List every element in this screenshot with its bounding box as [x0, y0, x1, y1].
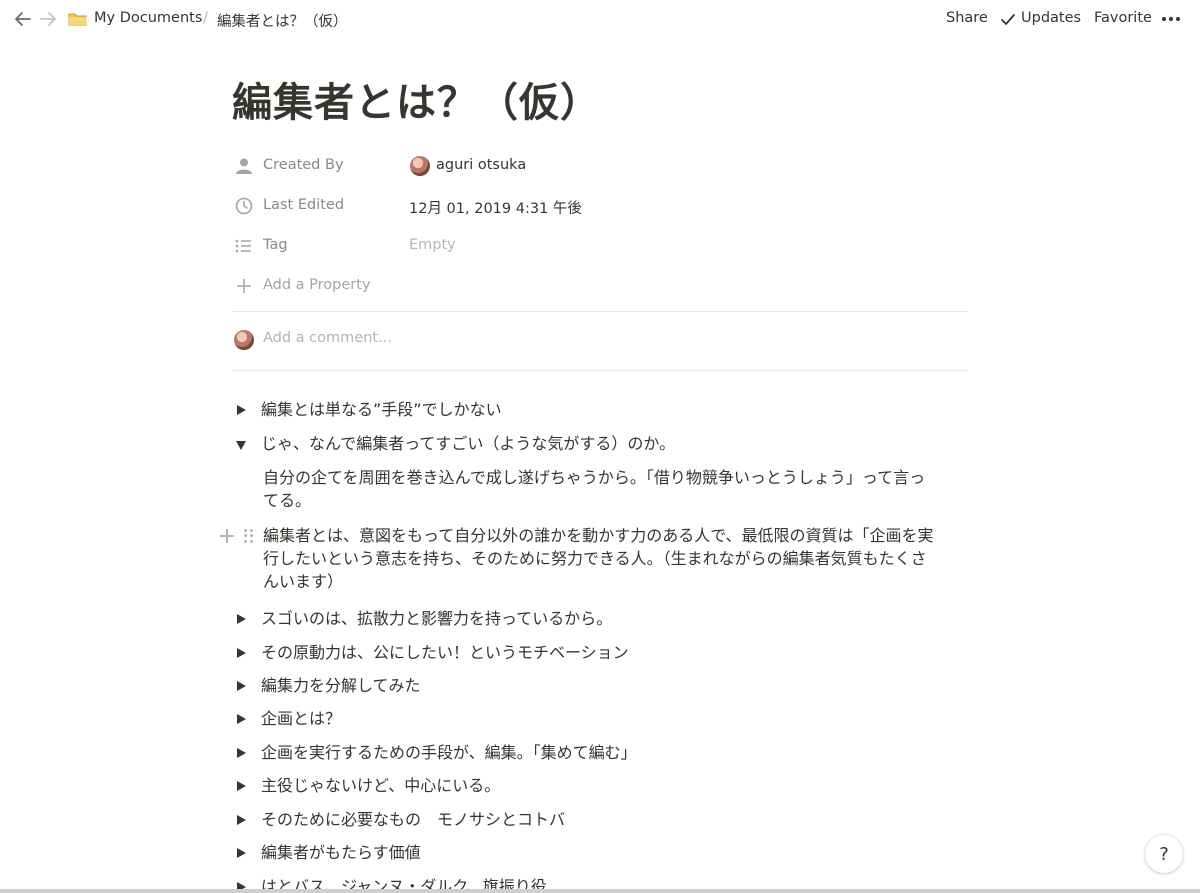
more-options-icon[interactable]	[1162, 10, 1180, 28]
property-name: Last Edited	[263, 197, 345, 213]
property-name: Tag	[263, 237, 288, 253]
toggle-text: 企画を実行するための手段が、編集。「集めて編む」	[261, 743, 637, 762]
paragraph-block[interactable]: 自分の企てを周囲を巻き込んで成し遂げちゃうから。「借り物競争いっとうしょう」って…	[263, 466, 969, 512]
paragraph-line: 行したいという意志を持ち、そのために努力できる人。（生まれながらの編集者気質もた…	[263, 549, 927, 568]
toggle-text: スゴいのは、拡散力と影響力を持っているから。	[261, 609, 613, 628]
toggle-text: その原動力は、公にしたい！というモチベーション	[261, 643, 629, 662]
favorite-button[interactable]: Favorite	[1094, 10, 1152, 26]
breadcrumb-page[interactable]: 編集者とは？（仮）	[217, 10, 348, 31]
share-button[interactable]: Share	[946, 10, 988, 26]
toggle-arrow-open-icon[interactable]	[236, 441, 246, 450]
folder-icon	[67, 8, 89, 30]
window-bottom-edge	[0, 889, 1200, 893]
toggle-arrow-icon[interactable]	[237, 815, 246, 825]
divider	[232, 370, 968, 371]
toggle-text: じゃ、なんで編集者ってすごい（ような気がする）のか。	[261, 434, 676, 453]
paragraph-block[interactable]: 編集者とは、意図をもって自分以外の誰かを動かす力のある人で、最低限の資質は「企画…	[263, 524, 969, 593]
check-icon	[997, 9, 1019, 31]
toggle-arrow-icon[interactable]	[237, 848, 246, 858]
property-value-empty[interactable]: Empty	[409, 237, 456, 253]
avatar	[410, 156, 430, 176]
paragraph-line: 自分の企てを周囲を巻き込んで成し遂げちゃうから。「借り物競争いっとうしょう」って…	[263, 468, 926, 487]
drag-handle-icon[interactable]	[244, 529, 254, 543]
toggle-arrow-icon[interactable]	[237, 614, 246, 624]
clock-icon	[234, 197, 254, 215]
toggle-arrow-icon[interactable]	[237, 648, 246, 658]
plus-icon	[234, 277, 254, 295]
toggle-arrow-icon[interactable]	[237, 714, 246, 724]
paragraph-line: んいます）	[263, 572, 344, 591]
toggle-arrow-icon[interactable]	[237, 748, 246, 758]
add-property-label: Add a Property	[263, 277, 371, 293]
breadcrumb-workspace[interactable]: My Documents	[94, 10, 202, 26]
property-name: Created By	[263, 157, 344, 173]
toggle-text: 主役じゃないけど、中心にいる。	[261, 776, 501, 795]
toggle-arrow-icon[interactable]	[237, 681, 246, 691]
property-created-by[interactable]: Created By aguri otsuka	[232, 149, 968, 183]
toggle-text: 編集とは単なる”手段”でしかない	[261, 400, 502, 419]
toggle-arrow-icon[interactable]	[237, 882, 246, 889]
updates-button[interactable]: Updates	[1021, 10, 1081, 26]
toggle-block[interactable]: はとバス、ジャンヌ・ダルク、旗振り役	[232, 875, 972, 889]
add-property-button[interactable]: Add a Property	[232, 269, 968, 303]
property-value: 12月 01, 2019 4:31 午後	[409, 201, 582, 217]
breadcrumb-separator: /	[203, 10, 208, 26]
divider	[232, 311, 968, 312]
toggle-text: 企画とは？	[261, 709, 342, 728]
toggle-text: 編集者がもたらす価値	[261, 843, 421, 862]
toggle-text: はとバス、ジャンヌ・ダルク、旗振り役	[261, 877, 547, 889]
paragraph-line: 編集者とは、意図をもって自分以外の誰かを動かす力のある人で、最低限の資質は「企画…	[263, 526, 934, 545]
paragraph-line: てる。	[263, 491, 312, 510]
back-arrow-icon[interactable]	[12, 8, 34, 30]
toggle-text: 編集力を分解してみた	[261, 676, 421, 695]
comment-placeholder: Add a comment...	[263, 330, 392, 346]
avatar	[234, 330, 254, 350]
page-title[interactable]: 編集者とは？（仮）	[232, 70, 601, 128]
toggle-arrow-icon[interactable]	[237, 405, 246, 415]
property-value: aguri otsuka	[436, 157, 527, 173]
property-tag[interactable]: Tag Empty	[232, 229, 968, 263]
help-button[interactable]: ?	[1145, 835, 1183, 873]
add-block-icon[interactable]	[219, 528, 235, 544]
toggle-text: そのために必要なもの モノサシとコトバ	[261, 810, 566, 829]
list-icon	[234, 237, 254, 255]
toggle-arrow-icon[interactable]	[237, 781, 246, 791]
top-bar: My Documents / 編集者とは？（仮） Share Updates F…	[0, 0, 1200, 38]
comment-input[interactable]: Add a comment...	[232, 327, 968, 353]
property-last-edited[interactable]: Last Edited 12月 01, 2019 4:31 午後	[232, 189, 968, 223]
person-icon	[234, 157, 254, 175]
forward-arrow-icon[interactable]	[37, 8, 59, 30]
